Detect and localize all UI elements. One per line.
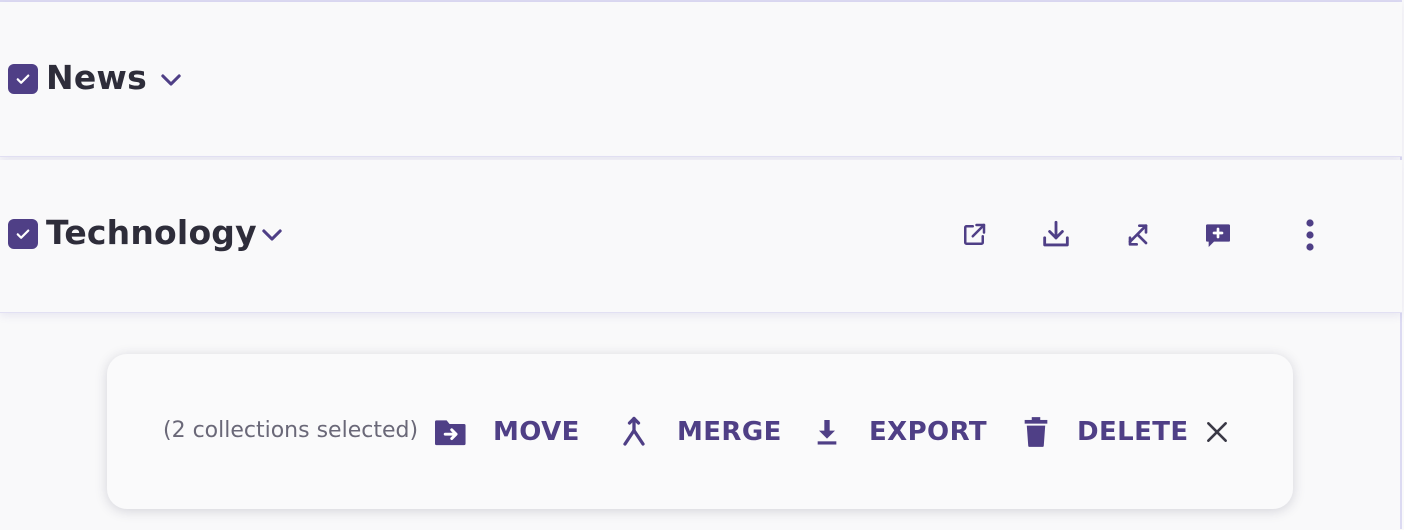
delete-label: DELETE [1077,417,1189,447]
checkbox-icon[interactable] [8,219,38,249]
collection-title: Technology [46,213,257,252]
chevron-down-icon[interactable] [157,66,185,94]
sync-icon[interactable] [1116,213,1160,257]
merge-icon [619,414,649,450]
download-icon[interactable] [1034,213,1078,257]
open-external-icon[interactable] [952,213,996,257]
more-vertical-icon[interactable] [1288,213,1332,257]
selection-count: (2 collections selected) [163,418,419,443]
move-button[interactable]: MOVE [433,412,580,452]
export-button[interactable]: EXPORT [813,412,987,452]
delete-button[interactable]: DELETE [1023,412,1189,452]
download-icon [813,416,841,448]
add-comment-icon[interactable] [1196,213,1240,257]
close-icon[interactable] [1201,416,1233,448]
chevron-down-icon[interactable] [258,221,286,249]
folder-move-icon [433,416,469,448]
selection-toolbar: (2 collections selected) MOVE MERGE EXPO… [107,354,1293,509]
collection-row-technology: Technology [0,160,1402,313]
merge-label: MERGE [677,417,782,447]
merge-button[interactable]: MERGE [619,412,782,452]
collection-row-news: News [0,2,1402,157]
export-label: EXPORT [869,417,987,447]
collection-title: News [46,58,147,97]
checkbox-icon[interactable] [8,64,38,94]
trash-icon [1023,415,1049,449]
move-label: MOVE [493,417,580,447]
